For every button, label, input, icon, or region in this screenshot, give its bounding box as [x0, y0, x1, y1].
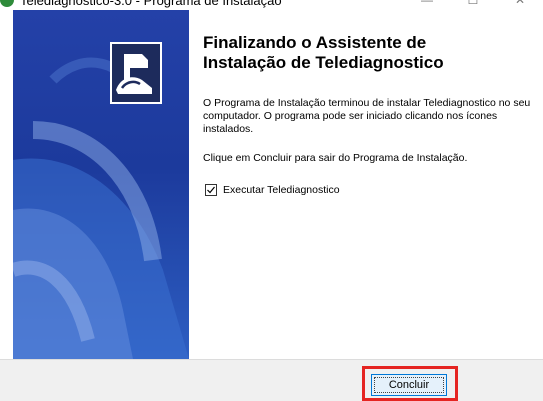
minimize-icon[interactable]: —: [404, 0, 450, 9]
title-bar: Telediagnostico-3.0 - Programa de Instal…: [0, 0, 543, 10]
page-title-line-2: Instalação de Telediagnostico: [203, 53, 444, 72]
page-title-line-1: Finalizando o Assistente de: [203, 33, 427, 52]
maximize-icon[interactable]: ☐: [450, 0, 496, 9]
wizard-footer: [0, 360, 543, 401]
completion-message: O Programa de Instalação terminou de ins…: [203, 97, 531, 135]
finish-button[interactable]: Concluir: [371, 374, 447, 396]
banner-artwork: [13, 57, 189, 359]
close-icon[interactable]: ✕: [497, 0, 543, 9]
app-icon: [0, 0, 14, 7]
exit-instruction: Clique em Concluir para sair do Programa…: [203, 152, 468, 164]
checkmark-icon: [207, 186, 215, 194]
wizard-side-banner: [13, 10, 189, 359]
page-title: Finalizando o Assistente de Instalação d…: [203, 33, 538, 73]
window-title: Telediagnostico-3.0 - Programa de Instal…: [20, 0, 282, 8]
run-app-label[interactable]: Executar Telediagnostico: [223, 184, 340, 196]
installer-logo-icon: [110, 42, 162, 104]
run-app-option[interactable]: Executar Telediagnostico: [205, 182, 340, 198]
run-app-checkbox[interactable]: [205, 184, 217, 196]
